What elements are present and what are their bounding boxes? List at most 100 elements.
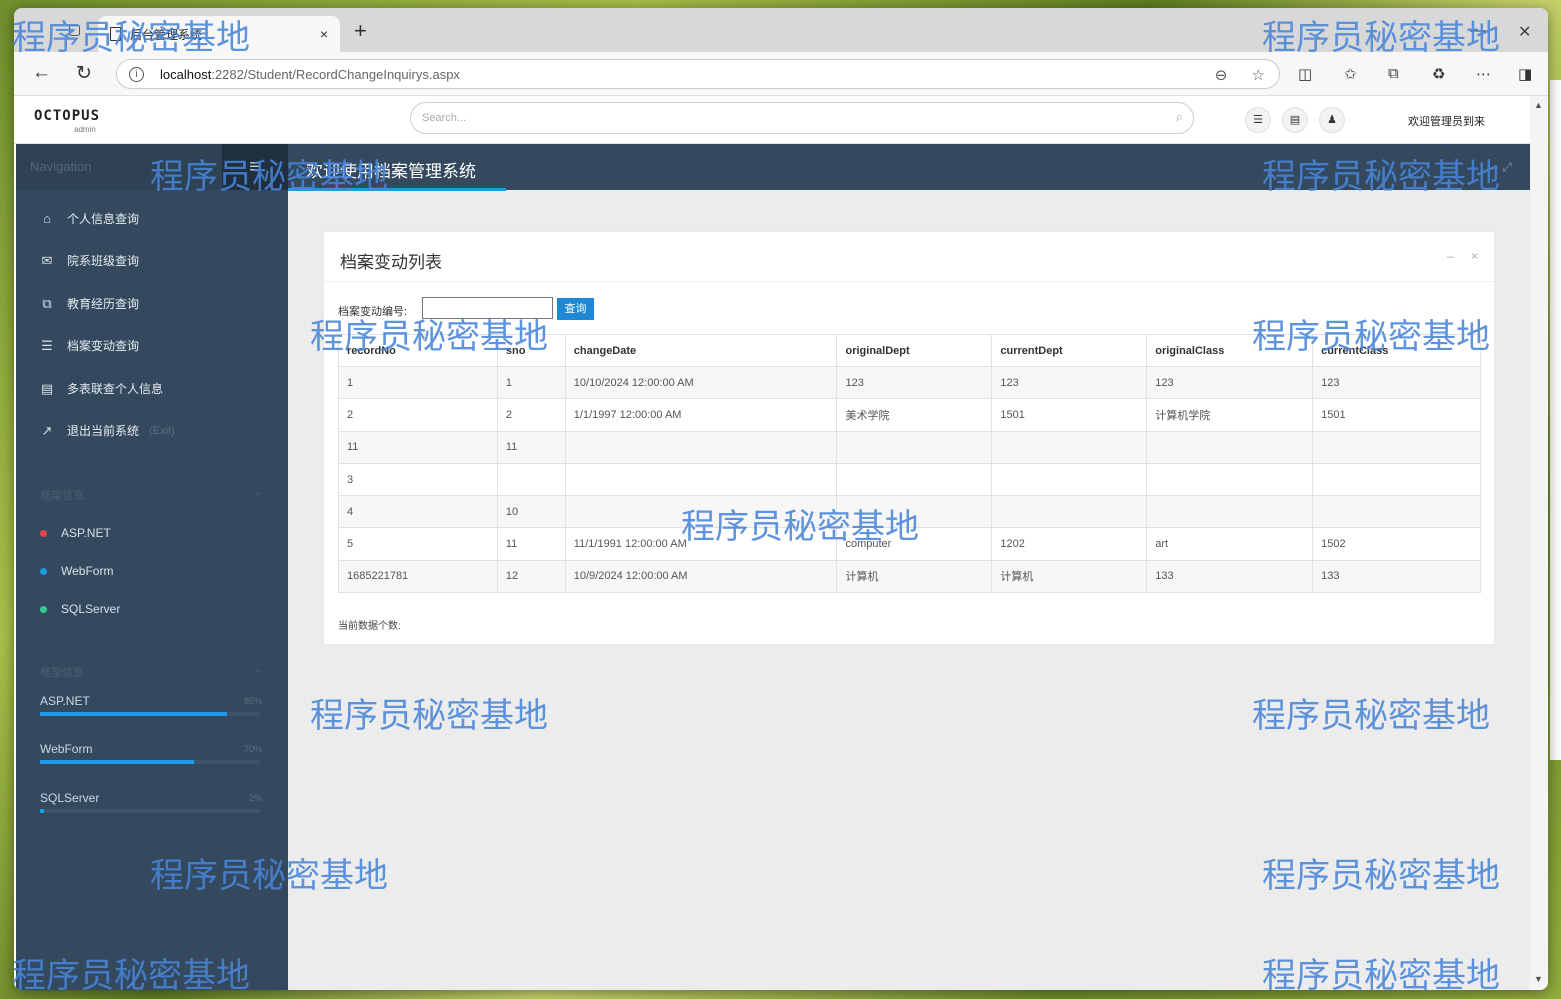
scroll-down-icon[interactable]: ▼ [1534, 974, 1543, 984]
progress-fill [40, 760, 194, 764]
progress-bar-sqlserver [40, 809, 260, 813]
table-row[interactable]: 1685221781 12 10/9/2024 12:00:00 AM 计算机 计算机 1… [338, 559, 1481, 594]
list-menu-icon[interactable]: ☰ [1245, 107, 1271, 133]
record-change-panel: 档案变动列表 – × 档案变动编号: 查询 recordNo sno changeD… [324, 232, 1494, 644]
reload-icon[interactable]: ↻ [76, 62, 92, 85]
table-cell: 5 [338, 527, 498, 561]
extensions-icon[interactable]: ♻ [1432, 65, 1445, 83]
split-screen-icon[interactable]: ◫ [1298, 65, 1312, 83]
table-cell [1312, 462, 1481, 497]
more-menu-icon[interactable]: ⋯ [1476, 65, 1491, 83]
table-cell [1146, 430, 1314, 464]
tab-strip: ▢ 后台管理系统 × + — ✕ [14, 8, 1548, 52]
table-cell [564, 495, 838, 529]
table-cell: 1/1/1997 12:00:00 AM [564, 398, 838, 432]
filter-label: 档案变动编号: [338, 306, 408, 318]
table-row[interactable]: 1 1 10/10/2024 12:00:00 AM 123 123 123 123 [338, 365, 1481, 400]
table-body: 1 1 10/10/2024 12:00:00 AM 123 123 123 123 2 2 1/… [338, 365, 1481, 594]
minimize-icon[interactable]: — [1470, 22, 1486, 40]
table-cell [1146, 495, 1314, 529]
scroll-up-icon[interactable]: ▲ [1534, 100, 1543, 110]
fullscreen-icon[interactable]: ⤢ [1502, 160, 1512, 175]
table-row[interactable]: 5 11 11/1/1991 12:00:00 AM computer 1202 art 1… [338, 527, 1481, 561]
table-row[interactable]: 11 11 [338, 430, 1481, 464]
table-cell [564, 430, 838, 464]
active-tab-indicator [288, 188, 506, 191]
close-window-icon[interactable]: ✕ [1518, 22, 1531, 42]
favorites-icon[interactable]: ✩ [1344, 65, 1357, 83]
chevron-down-icon[interactable]: ⌄ [254, 664, 262, 675]
menu-item-education[interactable]: ⧉ 教育经历查询 [38, 295, 139, 312]
chevron-down-icon[interactable]: ⌄ [254, 487, 262, 498]
tag-webform[interactable]: WebForm [40, 564, 113, 578]
tag-sqlserver[interactable]: SQLServer [40, 602, 120, 616]
table-cell [836, 430, 993, 464]
site-header: OCTOPUS admin Search... ⌕ ☰ ▤ ♟ 欢迎管理员到来 [14, 96, 1530, 144]
menu-item-personal-info[interactable]: ⌂ 个人信息查询 [38, 210, 139, 227]
table-row[interactable]: 3 [338, 462, 1481, 497]
table-cell: 1502 [1312, 527, 1481, 561]
record-no-input[interactable] [422, 297, 553, 319]
page-scrollbar[interactable]: ▲ ▼ [1530, 96, 1548, 990]
close-panel-icon[interactable]: × [1471, 249, 1478, 263]
table-cell: 3 [338, 462, 498, 497]
table-cell: 123 [1146, 365, 1314, 400]
table-cell [991, 430, 1148, 464]
page-title: 欢迎使用档案管理系统 [306, 162, 476, 181]
logo-subtitle: admin [74, 125, 96, 134]
menu-label: 个人信息查询 [67, 212, 140, 226]
menu-label: 退出当前系统 [67, 424, 140, 438]
tag-aspnet[interactable]: ASP.NET [40, 526, 111, 540]
new-tab-button[interactable]: + [354, 18, 367, 44]
search-input[interactable]: Search... ⌕ [410, 102, 1194, 134]
notification-bell-icon[interactable]: ♟ [1319, 107, 1345, 133]
site-info-icon[interactable]: i [129, 66, 144, 82]
query-button[interactable]: 查询 [557, 298, 594, 320]
sidebar-header: Navigation ≡ [16, 144, 288, 190]
red-dot-icon [40, 529, 47, 537]
table-cell: 美术学院 [836, 398, 993, 432]
table-cell: 1501 [991, 398, 1148, 432]
list-icon: ☰ [41, 337, 53, 353]
table-cell: 4 [338, 495, 498, 529]
menu-item-multi-table[interactable]: ▤ 多表联查个人信息 [38, 380, 163, 397]
table-cell: 11 [496, 430, 566, 464]
blue-dot-icon [40, 567, 47, 575]
back-icon[interactable]: ← [32, 62, 51, 84]
table-cell: art [1146, 527, 1314, 561]
panel-tools: – × [1433, 249, 1478, 263]
table-cell: 10/10/2024 12:00:00 AM [564, 365, 838, 400]
message-icon[interactable]: ▤ [1282, 107, 1308, 133]
url-field[interactable]: i localhost :2282/Student/RecordChangeIn… [116, 59, 1280, 89]
progress-label: ASP.NET [40, 694, 90, 708]
table-cell: 2 [496, 398, 566, 432]
menu-item-exit[interactable]: ↗ 退出当前系统 (Exit) [38, 422, 175, 439]
table-cell: 计算机 [991, 559, 1148, 594]
progress-percent: 85% [243, 696, 262, 706]
favorite-star-icon[interactable]: ☆ [1252, 67, 1265, 84]
files-icon: ⧉ [42, 295, 52, 311]
menu-label: 院系班级查询 [67, 254, 140, 268]
table-cell: 11 [338, 430, 498, 464]
active-tab[interactable]: 后台管理系统 × [98, 16, 340, 52]
records-table: recordNo sno changeDate originalDept current… [338, 334, 1481, 594]
table-cell [564, 462, 838, 497]
zoom-icon[interactable]: ⊖ [1215, 67, 1228, 84]
menu-toggle-icon[interactable]: ≡ [222, 144, 288, 190]
table-row[interactable]: 4 10 [338, 495, 1481, 529]
collections-icon[interactable]: ⧉ [1388, 65, 1399, 82]
admin-welcome[interactable]: 欢迎管理员到来 [1408, 113, 1485, 129]
table-row[interactable]: 2 2 1/1/1997 12:00:00 AM 美术学院 1501 计算机学院 1501 [338, 398, 1481, 432]
menu-label: 多表联查个人信息 [67, 382, 164, 396]
main-topbar: 欢迎使用档案管理系统 ⤢ [288, 144, 1530, 191]
table-cell: 123 [991, 365, 1148, 400]
menu-item-record-change[interactable]: ☰ 档案变动查询 [38, 337, 139, 354]
sidebar-toggle-icon[interactable]: ◨ [1518, 65, 1532, 83]
menu-item-dept-class[interactable]: ✉ 院系班级查询 [38, 252, 139, 269]
tab-actions-icon[interactable]: ▢ [68, 21, 81, 38]
close-tab-icon[interactable]: × [320, 26, 328, 42]
search-icon[interactable]: ⌕ [1176, 109, 1183, 125]
panel-title: 档案变动列表 [340, 253, 442, 272]
collapse-icon[interactable]: – [1447, 249, 1454, 263]
table-cell: 计算机学院 [1146, 398, 1314, 432]
